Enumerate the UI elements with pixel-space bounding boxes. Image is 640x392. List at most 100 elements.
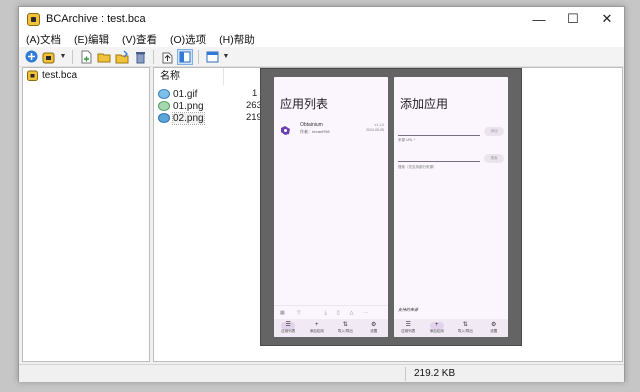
delete-icon: ▯ [336, 309, 340, 316]
nav-label: 设置 [370, 329, 378, 333]
screen-title: 添加应用 [400, 97, 449, 111]
warning-icon: △ [349, 309, 354, 316]
file-row-02-png[interactable]: 02.png [158, 111, 205, 125]
screen-title: 应用列表 [280, 97, 329, 111]
obtainium-logo-icon [281, 126, 290, 135]
view-panes-button[interactable] [177, 48, 193, 65]
nav-label: 导入/导出 [337, 329, 353, 333]
column-header-name[interactable]: 名称 [154, 68, 224, 85]
grid-icon: ▦ [280, 309, 285, 316]
minimize-button[interactable]: — [522, 7, 556, 31]
add-circle-icon [25, 50, 37, 63]
nav-label: 应用列表 [401, 329, 416, 333]
tree-item-label: test.bca [42, 70, 78, 81]
nav-import-export: ⇅ 导入/导出 [451, 319, 480, 337]
filter-icon: ▽ [296, 309, 301, 316]
add-files-button[interactable] [78, 49, 94, 65]
up-folder-icon [162, 52, 172, 63]
nav-add-app: + 添加应用 [423, 319, 452, 337]
open-archive-button[interactable] [41, 49, 57, 65]
folder-tree-pane[interactable]: test.bca [22, 67, 150, 362]
nav-label: 添加应用 [309, 329, 324, 333]
delete-button[interactable] [132, 49, 148, 65]
app-version: v1.1.0 2024-05-05 [366, 123, 384, 133]
menu-options[interactable]: (O)选项 [163, 32, 212, 47]
nav-label: 应用列表 [281, 329, 296, 333]
nav-settings: ⚙ 设置 [480, 319, 509, 337]
toolbar-separator [72, 49, 73, 64]
preview-screen-app-list: 应用列表 Obtainium 作者：ImranR98 v1.1.0 2024-0… [274, 77, 388, 337]
image-preview[interactable]: 应用列表 Obtainium 作者：ImranR98 v1.1.0 2024-0… [260, 68, 522, 346]
image-file-icon [158, 101, 170, 111]
search-field-underline [398, 161, 480, 162]
open-archive-icon [42, 52, 55, 63]
toolbar-separator [153, 49, 154, 64]
nav-app-list: ☰ 应用列表 [394, 319, 423, 337]
menu-help[interactable]: (H)帮助 [212, 32, 261, 47]
list-icon: ☰ [281, 322, 296, 329]
toolbar-separator [198, 49, 199, 64]
window-title: BCArchive : test.bca [46, 13, 146, 25]
list-icon: ☰ [405, 322, 411, 328]
trash-icon [135, 51, 145, 63]
maximize-button[interactable]: ☐ [556, 7, 590, 31]
app-author: 作者：ImranR98 [300, 129, 330, 134]
gear-icon: ⚙ [491, 322, 497, 328]
file-row-01-gif[interactable]: 01.gif [158, 88, 197, 100]
file-size: 1 [252, 88, 258, 99]
view-mode-icon [206, 51, 218, 62]
status-size: 219.2 KB [405, 367, 624, 381]
image-file-icon [158, 89, 170, 99]
nav-label: 添加应用 [429, 329, 444, 333]
toolbar: ▼ ▼ [19, 47, 624, 67]
image-file-icon [158, 113, 170, 123]
view-mode-button[interactable] [204, 49, 220, 65]
title-bar[interactable]: BCArchive : test.bca — ☐ ✕ [19, 7, 624, 31]
gear-icon: ⚙ [371, 322, 377, 328]
bottom-nav: ☰ 应用列表 + 添加应用 ⇅ 导入/导出 ⚙ 设置 [394, 319, 508, 337]
menu-bar: (A)文档 (E)编辑 (V)查看 (O)选项 (H)帮助 [19, 31, 624, 47]
download-icon: ⤓ [324, 309, 327, 316]
status-bar: 219.2 KB [19, 364, 624, 382]
app-name: Obtainium [300, 122, 323, 128]
import-export-icon: ⇅ [462, 322, 468, 328]
url-field-label: 来源 URL * [398, 138, 416, 142]
search-field-label: 搜索（仅支持部分来源） [398, 165, 437, 169]
bottom-nav: ☰ 应用列表 + 添加应用 ⇅ 导入/导出 ⚙ 设置 [274, 319, 388, 337]
close-button[interactable]: ✕ [590, 7, 624, 31]
app-version-date: 2024-05-05 [366, 128, 384, 132]
nav-import-export: ⇅ 导入/导出 [331, 319, 360, 337]
file-name: 02.png [172, 111, 205, 125]
plus-icon: + [314, 322, 319, 328]
extract-icon [115, 50, 129, 63]
nav-add-app: + 添加应用 [303, 319, 332, 337]
menu-document[interactable]: (A)文档 [19, 32, 67, 47]
add-file-icon [81, 50, 92, 63]
menu-view[interactable]: (V)查看 [115, 32, 163, 47]
tree-item-test-bca[interactable]: test.bca [27, 70, 77, 81]
add-button: 添加 [484, 127, 504, 136]
url-field-underline [398, 135, 480, 136]
nav-settings: ⚙ 设置 [360, 319, 389, 337]
panes-icon [179, 51, 191, 62]
new-archive-button[interactable] [23, 49, 39, 65]
extract-button[interactable] [114, 49, 130, 65]
open-dropdown-arrow[interactable]: ▼ [59, 49, 67, 65]
file-name: 01.png [173, 100, 204, 112]
add-folder-button[interactable] [96, 49, 112, 65]
nav-app-list: ☰ 应用列表 [274, 319, 303, 337]
import-export-icon: ⇅ [342, 322, 348, 328]
nav-label: 导入/导出 [457, 329, 473, 333]
folder-icon [97, 53, 111, 62]
view-mode-dropdown-arrow[interactable]: ▼ [222, 49, 230, 65]
file-row-01-png[interactable]: 01.png [158, 100, 204, 112]
nav-label: 设置 [490, 329, 498, 333]
supported-sources-label: 支持的来源 [398, 307, 418, 312]
up-level-button[interactable] [159, 49, 175, 65]
archive-icon [27, 70, 38, 81]
selection-toolbar: ▦ ▽ ⤓ ▯ △ ⋯ [274, 305, 388, 319]
search-button: 搜索 [484, 154, 504, 163]
more-icon: ⋯ [363, 309, 369, 316]
plus-icon: + [429, 322, 444, 329]
menu-edit[interactable]: (E)编辑 [67, 32, 115, 47]
